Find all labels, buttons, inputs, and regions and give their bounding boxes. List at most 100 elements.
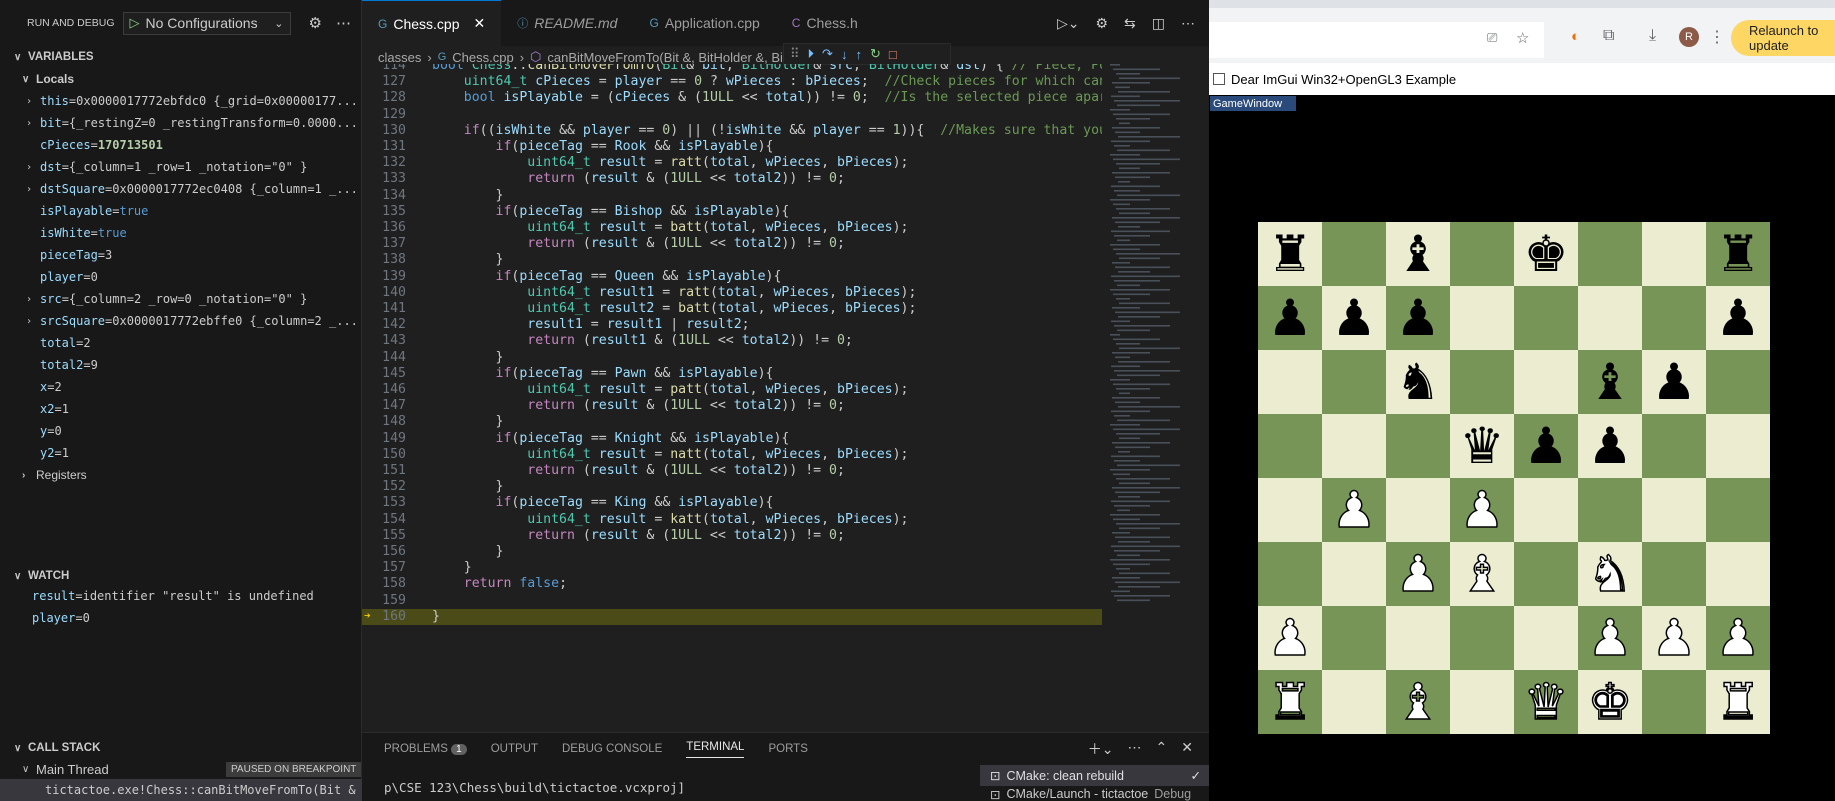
- step-out-icon[interactable]: ↑: [855, 47, 862, 62]
- start-debugging-icon[interactable]: ▷: [130, 15, 140, 31]
- more-actions-icon[interactable]: ⋯: [336, 14, 351, 32]
- variable-row[interactable]: y = 0: [0, 420, 361, 442]
- variable-row[interactable]: total = 2: [0, 332, 361, 354]
- white-pawn-icon[interactable]: ♟: [1395, 548, 1441, 600]
- code-line[interactable]: 156 }: [362, 544, 1102, 560]
- white-pawn-icon[interactable]: ♟: [1651, 612, 1697, 664]
- board-square[interactable]: ♜: [1706, 222, 1770, 286]
- more-actions-icon[interactable]: ⋯: [1181, 15, 1195, 32]
- board-square[interactable]: [1578, 286, 1642, 350]
- board-square[interactable]: [1258, 542, 1322, 606]
- board-square[interactable]: [1514, 478, 1578, 542]
- board-square[interactable]: [1258, 478, 1322, 542]
- tab-terminal[interactable]: TERMINAL: [686, 741, 745, 758]
- code-line[interactable]: 157 }: [362, 560, 1102, 576]
- breadcrumb-folder[interactable]: classes: [378, 50, 421, 65]
- board-square[interactable]: ♜: [1706, 670, 1770, 734]
- black-bishop-icon[interactable]: ♝: [1396, 229, 1441, 279]
- board-square[interactable]: [1642, 542, 1706, 606]
- board-square[interactable]: ♟: [1706, 606, 1770, 670]
- breakpoint-arrow-icon[interactable]: ➔: [364, 609, 371, 622]
- tab-readme-md[interactable]: ⓘ README.md: [501, 0, 633, 46]
- board-square[interactable]: ♟: [1578, 606, 1642, 670]
- black-king-icon[interactable]: ♚: [1524, 229, 1569, 279]
- board-square[interactable]: ♟: [1322, 478, 1386, 542]
- watch-row[interactable]: result = identifier "result" is undefine…: [0, 585, 360, 607]
- code-line[interactable]: 139 if(pieceTag == Queen && isPlayable){: [362, 269, 1102, 285]
- black-knight-icon[interactable]: ♞: [1396, 357, 1441, 407]
- white-pawn-icon[interactable]: ♟: [1331, 484, 1377, 536]
- code-editor[interactable]: 114 bool Chess::canBitMoveFromTo(Bit& bit…: [362, 64, 1102, 732]
- board-square[interactable]: [1450, 350, 1514, 414]
- new-terminal-icon[interactable]: ＋⌄: [1088, 739, 1114, 759]
- chevron-down-icon[interactable]: ⌄: [274, 17, 283, 30]
- variable-row[interactable]: › dst = {_column=1 _row=1 _notation="0" }: [0, 156, 361, 178]
- code-line[interactable]: 142 result1 = result1 | result2;: [362, 317, 1102, 333]
- board-square[interactable]: [1322, 606, 1386, 670]
- board-square[interactable]: [1450, 670, 1514, 734]
- board-square[interactable]: ♟: [1642, 606, 1706, 670]
- board-square[interactable]: ♞: [1578, 542, 1642, 606]
- code-line[interactable]: 133 return (result & (1ULL << total2)) !…: [362, 171, 1102, 187]
- variable-row[interactable]: isWhite = true: [0, 222, 361, 244]
- code-line[interactable]: 135 if(pieceTag == Bishop && isPlayable)…: [362, 204, 1102, 220]
- code-line[interactable]: 128 bool isPlayable = (cPieces & (1ULL <…: [362, 90, 1102, 106]
- board-square[interactable]: ♟: [1386, 542, 1450, 606]
- board-square[interactable]: [1322, 670, 1386, 734]
- code-line[interactable]: 149 if(pieceTag == Knight && isPlayable)…: [362, 431, 1102, 447]
- locals-header[interactable]: ∨ Locals: [0, 68, 361, 90]
- code-line[interactable]: 159: [362, 593, 1102, 609]
- variable-row[interactable]: › src = {_column=2 _row=0 _notation="0" }: [0, 288, 361, 310]
- black-pawn-icon[interactable]: ♟: [1268, 293, 1313, 343]
- tab-problems[interactable]: PROBLEMS 1: [384, 743, 467, 755]
- compare-icon[interactable]: ⇆: [1124, 15, 1136, 32]
- code-line[interactable]: 140 uint64_t result1 = ratt(total, wPiec…: [362, 285, 1102, 301]
- step-into-icon[interactable]: ↓: [841, 47, 848, 62]
- black-pawn-icon[interactable]: ♟: [1524, 421, 1569, 471]
- watch-section-header[interactable]: ∨ WATCH: [0, 565, 69, 587]
- tab-chess-h[interactable]: C Chess.h: [776, 0, 874, 46]
- variable-row[interactable]: y2 = 1: [0, 442, 361, 464]
- board-square[interactable]: [1706, 414, 1770, 478]
- black-rook-icon[interactable]: ♜: [1716, 229, 1761, 279]
- tab-chess-cpp[interactable]: G Chess.cpp ✕: [362, 0, 502, 46]
- board-square[interactable]: [1258, 350, 1322, 414]
- white-rook-icon[interactable]: ♜: [1715, 676, 1761, 728]
- code-line[interactable]: 158 return false;: [362, 576, 1102, 592]
- step-over-icon[interactable]: ↷: [822, 46, 833, 62]
- variable-row[interactable]: › bit = {_restingZ=0 _restingTransform=0.…: [0, 112, 361, 134]
- variable-row[interactable]: › srcSquare = 0x0000017772ebffe0 {_column…: [0, 310, 361, 332]
- code-line[interactable]: 129: [362, 107, 1102, 123]
- board-square[interactable]: [1386, 606, 1450, 670]
- variable-row[interactable]: x = 2: [0, 376, 361, 398]
- board-square[interactable]: ♜: [1258, 670, 1322, 734]
- chess-board[interactable]: ♜ ♝ ♚ ♜ ♟ ♟ ♟ ♟ ♞ ♝ ♟ ♛ ♟ ♟ ♟ ♟ ♟ ♝ ♞ ♟ ♟ ♟ ♟ ♜ ♝ ♛ ♚ ♜: [1258, 222, 1772, 734]
- board-square[interactable]: [1642, 478, 1706, 542]
- chevron-right-icon[interactable]: ›: [26, 118, 40, 129]
- board-square[interactable]: [1706, 478, 1770, 542]
- board-square[interactable]: ♟: [1258, 606, 1322, 670]
- black-pawn-icon[interactable]: ♟: [1332, 293, 1377, 343]
- install-app-icon[interactable]: ⎚: [1487, 30, 1497, 46]
- board-square[interactable]: ♝: [1386, 670, 1450, 734]
- tab-ports[interactable]: PORTS: [768, 743, 807, 755]
- board-square[interactable]: [1322, 222, 1386, 286]
- download-icon[interactable]: ⤓: [1649, 27, 1656, 45]
- board-square[interactable]: ♞: [1386, 350, 1450, 414]
- board-square[interactable]: [1578, 478, 1642, 542]
- variable-row[interactable]: cPieces = 170713501: [0, 134, 361, 156]
- board-square[interactable]: [1642, 414, 1706, 478]
- black-queen-icon[interactable]: ♛: [1460, 421, 1505, 471]
- code-line[interactable]: 136 uint64_t result = batt(total, wPiece…: [362, 220, 1102, 236]
- bookmark-star-icon[interactable]: ☆: [1516, 29, 1529, 47]
- configuration-select[interactable]: ▷ No Configurations ⌄: [122, 11, 291, 35]
- board-square[interactable]: [1514, 286, 1578, 350]
- white-pawn-icon[interactable]: ♟: [1459, 484, 1505, 536]
- code-line[interactable]: 145 if(pieceTag == Pawn && isPlayable){: [362, 366, 1102, 382]
- thread-row[interactable]: ∨ Main Thread PAUSED ON BREAKPOINT: [22, 758, 362, 780]
- board-square[interactable]: [1450, 606, 1514, 670]
- split-editor-icon[interactable]: ◫: [1152, 15, 1165, 32]
- board-square[interactable]: [1450, 286, 1514, 350]
- white-pawn-icon[interactable]: ♟: [1715, 612, 1761, 664]
- board-square[interactable]: [1514, 606, 1578, 670]
